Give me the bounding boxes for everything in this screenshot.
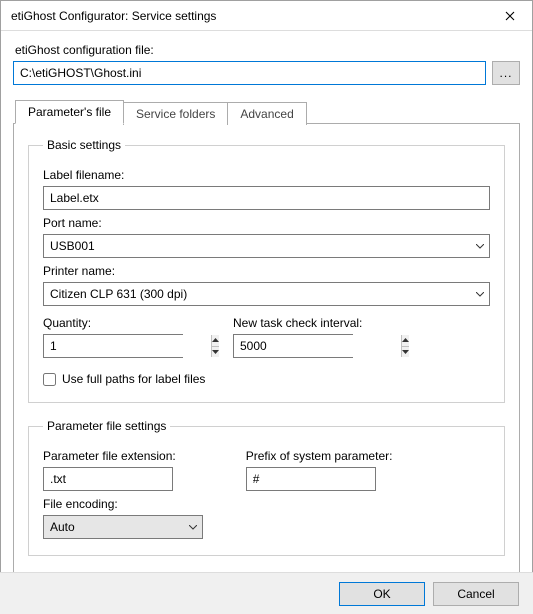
interval-input[interactable] [234,335,401,357]
cancel-button[interactable]: Cancel [433,582,519,606]
prefix-label: Prefix of system parameter: [246,449,393,463]
chevron-up-icon [212,338,219,342]
chevron-down-icon [402,350,409,354]
interval-stepper[interactable] [233,334,353,358]
interval-up-button[interactable] [402,335,409,347]
basic-settings-group: Basic settings Label filename: Port name… [28,138,505,403]
port-name-select[interactable]: USB001 [43,234,490,258]
full-paths-checkbox[interactable] [43,373,56,386]
chevron-down-icon [471,244,489,249]
label-filename-label: Label filename: [43,168,490,182]
title-bar: etiGhost Configurator: Service settings [1,1,532,31]
dialog-footer: OK Cancel [0,572,533,614]
extension-label: Parameter file extension: [43,449,176,463]
close-button[interactable] [487,1,532,31]
port-name-label: Port name: [43,216,490,230]
chevron-up-icon [402,338,409,342]
tab-strip: Parameter's file Service folders Advance… [15,99,520,123]
encoding-select[interactable]: Auto [43,515,203,539]
full-paths-label: Use full paths for label files [62,372,205,386]
quantity-down-button[interactable] [212,347,219,358]
quantity-label: Quantity: [43,316,183,330]
tab-advanced[interactable]: Advanced [227,102,306,125]
interval-label: New task check interval: [233,316,362,330]
quantity-up-button[interactable] [212,335,219,347]
parameter-file-settings-group: Parameter file settings Parameter file e… [28,419,505,556]
window-title: etiGhost Configurator: Service settings [11,9,487,23]
encoding-label: File encoding: [43,497,490,511]
prefix-input[interactable] [246,467,376,491]
tab-panel: Basic settings Label filename: Port name… [13,123,520,575]
chevron-down-icon [184,525,202,530]
ok-button[interactable]: OK [339,582,425,606]
printer-name-label: Printer name: [43,264,490,278]
port-name-value: USB001 [50,239,471,253]
config-file-label: etiGhost configuration file: [15,43,520,57]
printer-name-select[interactable]: Citizen CLP 631 (300 dpi) [43,282,490,306]
close-icon [505,11,515,21]
tab-parameters-file[interactable]: Parameter's file [15,100,124,124]
browse-button[interactable]: ... [492,61,520,85]
quantity-input[interactable] [44,335,211,357]
encoding-value: Auto [50,520,184,534]
interval-down-button[interactable] [402,347,409,358]
config-file-input[interactable] [13,61,486,85]
quantity-stepper[interactable] [43,334,183,358]
label-filename-input[interactable] [43,186,490,210]
chevron-down-icon [471,292,489,297]
parameter-file-settings-legend: Parameter file settings [43,419,170,433]
basic-settings-legend: Basic settings [43,138,125,152]
tab-service-folders[interactable]: Service folders [123,102,228,125]
extension-input[interactable] [43,467,173,491]
printer-name-value: Citizen CLP 631 (300 dpi) [50,287,471,301]
chevron-down-icon [212,350,219,354]
